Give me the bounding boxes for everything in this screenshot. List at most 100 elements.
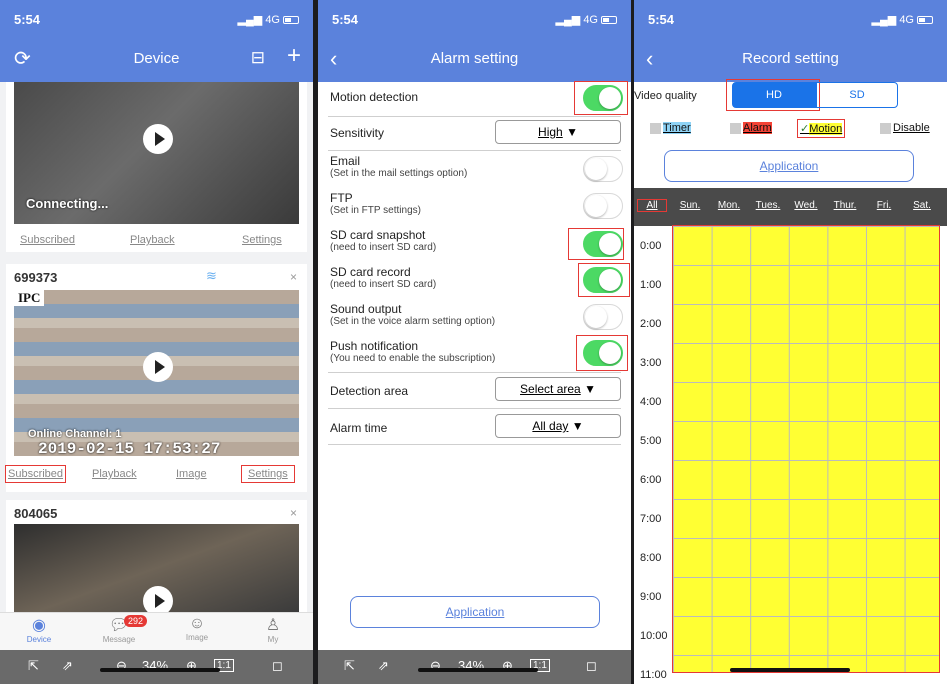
hour-label[interactable]: 1:00: [640, 279, 661, 291]
playback-link[interactable]: Playback: [92, 468, 137, 480]
legend-motion[interactable]: ✓Motion: [796, 119, 846, 138]
hour-label[interactable]: 10:00: [640, 630, 668, 642]
alarm-navbar: ‹ Alarm setting: [318, 36, 631, 82]
settings-link[interactable]: Settings: [241, 465, 295, 483]
divider: [328, 444, 621, 445]
home-indicator: [100, 668, 220, 672]
hour-label[interactable]: 2:00: [640, 318, 661, 330]
tab-device[interactable]: ◉ Device: [14, 615, 64, 644]
schedule-grid[interactable]: [672, 225, 940, 673]
device-id: 804065: [14, 506, 58, 521]
sound-output-toggle[interactable]: [583, 304, 623, 330]
fit-icon[interactable]: ◻: [586, 658, 597, 674]
bottom-tab-bar: ◉ Device 💬︎ Message 292 ☺ Image ♙ My: [0, 612, 313, 652]
channel-overlay: Online Channel: 1: [28, 428, 122, 440]
hour-label[interactable]: 8:00: [640, 552, 661, 564]
detection-area-select[interactable]: Select area ▼: [495, 377, 621, 401]
divider: [328, 116, 621, 117]
share-icon[interactable]: ⇗: [378, 658, 389, 674]
application-button[interactable]: Application: [664, 150, 914, 182]
add-icon[interactable]: +: [287, 42, 301, 70]
tab-my[interactable]: ♙ My: [248, 615, 298, 644]
fit-icon[interactable]: ◻: [272, 658, 283, 674]
play-icon[interactable]: [143, 352, 173, 382]
device-card-2: 699373 ≋ × IPC Online Channel: 1 2019-02…: [4, 264, 307, 492]
home-indicator: [730, 668, 850, 672]
hour-label[interactable]: 3:00: [640, 357, 661, 369]
timestamp-overlay: 2019-02-15 17:53:27: [38, 440, 221, 458]
hour-labels: 0:00 1:00 2:00 3:00 4:00 5:00 6:00 7:00 …: [634, 226, 672, 684]
hour-label[interactable]: 9:00: [640, 591, 661, 603]
image-link[interactable]: Image: [176, 468, 207, 480]
export-icon[interactable]: ⇱: [28, 658, 39, 674]
ftp-toggle[interactable]: [583, 193, 623, 219]
divider: [328, 408, 621, 409]
scan-icon[interactable]: ⊟: [251, 48, 265, 68]
tab-image[interactable]: ☺ Image: [172, 615, 222, 642]
device-card-1: Connecting... Subscribed Playback Settin…: [6, 82, 307, 252]
wifi-icon: ≋: [206, 268, 217, 283]
close-icon[interactable]: ×: [290, 506, 297, 520]
column-all[interactable]: All: [637, 199, 667, 212]
unread-badge: 292: [124, 615, 148, 627]
battery-icon: [283, 16, 299, 25]
video-preview[interactable]: [14, 524, 299, 616]
video-preview[interactable]: IPC Online Channel: 1 2019-02-15 17:53:2…: [14, 290, 299, 458]
export-icon[interactable]: ⇱: [344, 658, 355, 674]
timer-swatch: [650, 122, 661, 134]
sd-snapshot-toggle[interactable]: [583, 231, 623, 257]
settings-link[interactable]: Settings: [242, 234, 282, 246]
home-indicator: [418, 668, 538, 672]
alarm-setting-screen: 5:54 ▂▄▆ 4G ‹ Alarm setting Motion detec…: [318, 0, 631, 684]
application-button[interactable]: Application: [350, 596, 600, 628]
play-icon[interactable]: [143, 124, 173, 154]
column-sun[interactable]: Sun.: [673, 200, 707, 211]
camera-label: IPC: [14, 290, 45, 306]
hour-label[interactable]: 6:00: [640, 474, 661, 486]
tab-message[interactable]: 💬︎ Message 292: [94, 615, 148, 644]
sd-record-option: SD card record (need to insert SD card): [330, 265, 437, 290]
quality-sd-option[interactable]: SD: [816, 82, 898, 108]
hour-label[interactable]: 4:00: [640, 396, 661, 408]
schedule-header: All Sun. Mon. Tues. Wed. Thur. Fri. Sat.: [634, 188, 947, 226]
column-thur[interactable]: Thur.: [828, 200, 862, 211]
column-wed[interactable]: Wed.: [789, 200, 823, 211]
device-navbar: ⟳ Device ⊟ +: [0, 36, 313, 82]
column-fri[interactable]: Fri.: [867, 200, 901, 211]
motion-detection-toggle[interactable]: [583, 85, 623, 111]
quality-hd-option[interactable]: HD: [732, 82, 816, 108]
alarm-swatch: [730, 122, 741, 134]
hour-label[interactable]: 11:00: [640, 669, 667, 681]
alarm-time-select[interactable]: All day ▼: [495, 414, 621, 438]
card-actions: Subscribed Playback Settings: [6, 234, 307, 254]
close-icon[interactable]: ×: [290, 270, 297, 284]
playback-link[interactable]: Playback: [130, 234, 175, 246]
hour-label[interactable]: 5:00: [640, 435, 661, 447]
subscribed-link[interactable]: Subscribed: [4, 465, 67, 483]
column-mon[interactable]: Mon.: [712, 200, 746, 211]
column-tues[interactable]: Tues.: [751, 200, 785, 211]
legend-alarm[interactable]: Alarm: [730, 122, 772, 134]
record-setting-screen: 5:54 ▂▄▆ 4G ‹ Record setting Video quali…: [634, 0, 947, 684]
push-notification-toggle[interactable]: [583, 340, 623, 366]
status-time: 5:54: [648, 12, 675, 27]
sensitivity-select[interactable]: High ▼: [495, 120, 621, 144]
page-title: Device: [133, 50, 180, 67]
hour-label[interactable]: 7:00: [640, 513, 661, 525]
page-title: Alarm setting: [430, 50, 519, 67]
sd-record-toggle[interactable]: [583, 267, 623, 293]
device-card-3: 804065 ×: [6, 500, 307, 616]
status-time: 5:54: [14, 12, 41, 27]
subscribed-link[interactable]: Subscribed: [20, 234, 75, 246]
viewer-toolbar: ⇱ ⇗ ⊖ 34% ⊕ 1:1 ◻: [318, 650, 631, 684]
legend-timer[interactable]: Timer: [650, 122, 691, 134]
status-bar: 5:54 ▂▄▆ 4G: [634, 0, 947, 36]
video-preview[interactable]: Connecting...: [14, 82, 299, 224]
status-bar: 5:54 ▂▄▆ 4G: [318, 0, 631, 36]
column-sat[interactable]: Sat.: [905, 200, 939, 211]
share-icon[interactable]: ⇗: [62, 658, 73, 674]
network-indicator: ▂▄▆ 4G: [238, 13, 299, 26]
email-toggle[interactable]: [583, 156, 623, 182]
hour-label[interactable]: 0:00: [640, 240, 661, 252]
legend-disable[interactable]: Disable: [880, 122, 930, 134]
